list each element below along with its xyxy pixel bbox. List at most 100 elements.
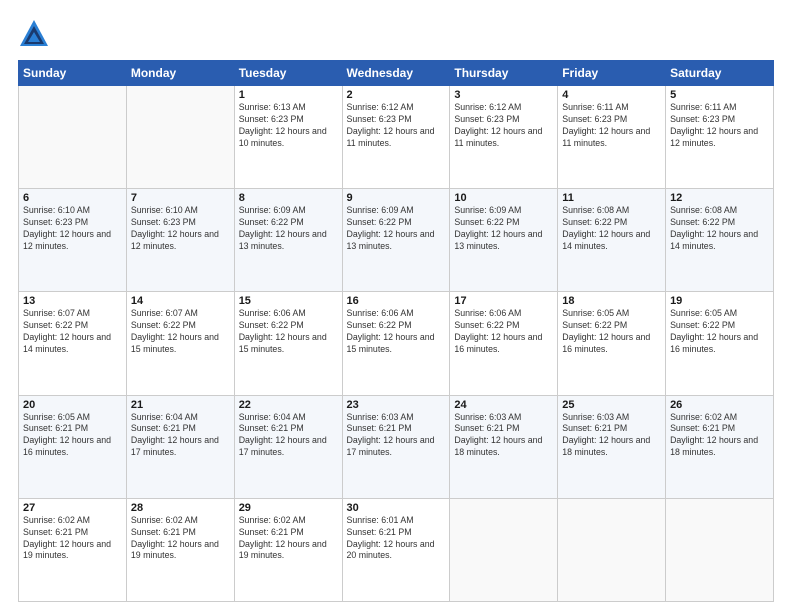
calendar-cell: 13Sunrise: 6:07 AM Sunset: 6:22 PM Dayli… xyxy=(19,292,127,395)
logo-icon xyxy=(18,18,50,50)
day-info: Sunrise: 6:09 AM Sunset: 6:22 PM Dayligh… xyxy=(454,205,553,253)
day-number: 4 xyxy=(562,89,661,101)
calendar-cell: 21Sunrise: 6:04 AM Sunset: 6:21 PM Dayli… xyxy=(126,395,234,498)
day-number: 15 xyxy=(239,295,338,307)
day-info: Sunrise: 6:12 AM Sunset: 6:23 PM Dayligh… xyxy=(347,102,446,150)
calendar-cell: 22Sunrise: 6:04 AM Sunset: 6:21 PM Dayli… xyxy=(234,395,342,498)
day-number: 14 xyxy=(131,295,230,307)
calendar-cell: 23Sunrise: 6:03 AM Sunset: 6:21 PM Dayli… xyxy=(342,395,450,498)
calendar-cell: 1Sunrise: 6:13 AM Sunset: 6:23 PM Daylig… xyxy=(234,86,342,189)
day-number: 6 xyxy=(23,192,122,204)
day-info: Sunrise: 6:04 AM Sunset: 6:21 PM Dayligh… xyxy=(239,412,338,460)
day-info: Sunrise: 6:03 AM Sunset: 6:21 PM Dayligh… xyxy=(347,412,446,460)
day-number: 28 xyxy=(131,502,230,514)
day-info: Sunrise: 6:10 AM Sunset: 6:23 PM Dayligh… xyxy=(131,205,230,253)
day-info: Sunrise: 6:05 AM Sunset: 6:22 PM Dayligh… xyxy=(670,308,769,356)
calendar-week-1: 1Sunrise: 6:13 AM Sunset: 6:23 PM Daylig… xyxy=(19,86,774,189)
day-info: Sunrise: 6:01 AM Sunset: 6:21 PM Dayligh… xyxy=(347,515,446,563)
logo xyxy=(18,18,52,50)
day-number: 3 xyxy=(454,89,553,101)
day-number: 11 xyxy=(562,192,661,204)
calendar-cell: 3Sunrise: 6:12 AM Sunset: 6:23 PM Daylig… xyxy=(450,86,558,189)
calendar-cell: 15Sunrise: 6:06 AM Sunset: 6:22 PM Dayli… xyxy=(234,292,342,395)
day-info: Sunrise: 6:12 AM Sunset: 6:23 PM Dayligh… xyxy=(454,102,553,150)
day-number: 30 xyxy=(347,502,446,514)
day-info: Sunrise: 6:11 AM Sunset: 6:23 PM Dayligh… xyxy=(562,102,661,150)
calendar-cell: 9Sunrise: 6:09 AM Sunset: 6:22 PM Daylig… xyxy=(342,189,450,292)
calendar: SundayMondayTuesdayWednesdayThursdayFrid… xyxy=(18,60,774,602)
calendar-cell: 7Sunrise: 6:10 AM Sunset: 6:23 PM Daylig… xyxy=(126,189,234,292)
calendar-header-thursday: Thursday xyxy=(450,61,558,86)
calendar-cell: 28Sunrise: 6:02 AM Sunset: 6:21 PM Dayli… xyxy=(126,498,234,601)
day-info: Sunrise: 6:08 AM Sunset: 6:22 PM Dayligh… xyxy=(562,205,661,253)
calendar-cell xyxy=(126,86,234,189)
calendar-cell: 16Sunrise: 6:06 AM Sunset: 6:22 PM Dayli… xyxy=(342,292,450,395)
day-number: 2 xyxy=(347,89,446,101)
day-number: 1 xyxy=(239,89,338,101)
day-info: Sunrise: 6:02 AM Sunset: 6:21 PM Dayligh… xyxy=(131,515,230,563)
calendar-header-tuesday: Tuesday xyxy=(234,61,342,86)
day-number: 16 xyxy=(347,295,446,307)
day-info: Sunrise: 6:06 AM Sunset: 6:22 PM Dayligh… xyxy=(347,308,446,356)
day-info: Sunrise: 6:07 AM Sunset: 6:22 PM Dayligh… xyxy=(131,308,230,356)
calendar-cell: 30Sunrise: 6:01 AM Sunset: 6:21 PM Dayli… xyxy=(342,498,450,601)
day-number: 9 xyxy=(347,192,446,204)
calendar-week-5: 27Sunrise: 6:02 AM Sunset: 6:21 PM Dayli… xyxy=(19,498,774,601)
day-number: 21 xyxy=(131,399,230,411)
calendar-cell: 24Sunrise: 6:03 AM Sunset: 6:21 PM Dayli… xyxy=(450,395,558,498)
day-number: 24 xyxy=(454,399,553,411)
calendar-cell: 14Sunrise: 6:07 AM Sunset: 6:22 PM Dayli… xyxy=(126,292,234,395)
calendar-cell: 2Sunrise: 6:12 AM Sunset: 6:23 PM Daylig… xyxy=(342,86,450,189)
day-info: Sunrise: 6:05 AM Sunset: 6:22 PM Dayligh… xyxy=(562,308,661,356)
day-info: Sunrise: 6:13 AM Sunset: 6:23 PM Dayligh… xyxy=(239,102,338,150)
day-number: 12 xyxy=(670,192,769,204)
day-info: Sunrise: 6:04 AM Sunset: 6:21 PM Dayligh… xyxy=(131,412,230,460)
calendar-week-3: 13Sunrise: 6:07 AM Sunset: 6:22 PM Dayli… xyxy=(19,292,774,395)
calendar-cell: 19Sunrise: 6:05 AM Sunset: 6:22 PM Dayli… xyxy=(666,292,774,395)
calendar-header-sunday: Sunday xyxy=(19,61,127,86)
day-number: 25 xyxy=(562,399,661,411)
page: SundayMondayTuesdayWednesdayThursdayFrid… xyxy=(0,0,792,612)
calendar-header-row: SundayMondayTuesdayWednesdayThursdayFrid… xyxy=(19,61,774,86)
day-number: 20 xyxy=(23,399,122,411)
day-number: 8 xyxy=(239,192,338,204)
calendar-cell: 17Sunrise: 6:06 AM Sunset: 6:22 PM Dayli… xyxy=(450,292,558,395)
calendar-header-wednesday: Wednesday xyxy=(342,61,450,86)
day-info: Sunrise: 6:07 AM Sunset: 6:22 PM Dayligh… xyxy=(23,308,122,356)
calendar-cell: 6Sunrise: 6:10 AM Sunset: 6:23 PM Daylig… xyxy=(19,189,127,292)
calendar-cell: 27Sunrise: 6:02 AM Sunset: 6:21 PM Dayli… xyxy=(19,498,127,601)
calendar-header-friday: Friday xyxy=(558,61,666,86)
day-info: Sunrise: 6:06 AM Sunset: 6:22 PM Dayligh… xyxy=(454,308,553,356)
calendar-week-2: 6Sunrise: 6:10 AM Sunset: 6:23 PM Daylig… xyxy=(19,189,774,292)
day-number: 23 xyxy=(347,399,446,411)
calendar-cell: 5Sunrise: 6:11 AM Sunset: 6:23 PM Daylig… xyxy=(666,86,774,189)
calendar-cell: 4Sunrise: 6:11 AM Sunset: 6:23 PM Daylig… xyxy=(558,86,666,189)
day-number: 5 xyxy=(670,89,769,101)
calendar-cell: 10Sunrise: 6:09 AM Sunset: 6:22 PM Dayli… xyxy=(450,189,558,292)
day-info: Sunrise: 6:02 AM Sunset: 6:21 PM Dayligh… xyxy=(23,515,122,563)
calendar-cell: 20Sunrise: 6:05 AM Sunset: 6:21 PM Dayli… xyxy=(19,395,127,498)
day-info: Sunrise: 6:10 AM Sunset: 6:23 PM Dayligh… xyxy=(23,205,122,253)
calendar-header-monday: Monday xyxy=(126,61,234,86)
day-number: 27 xyxy=(23,502,122,514)
day-info: Sunrise: 6:11 AM Sunset: 6:23 PM Dayligh… xyxy=(670,102,769,150)
calendar-cell: 25Sunrise: 6:03 AM Sunset: 6:21 PM Dayli… xyxy=(558,395,666,498)
day-info: Sunrise: 6:09 AM Sunset: 6:22 PM Dayligh… xyxy=(347,205,446,253)
day-info: Sunrise: 6:02 AM Sunset: 6:21 PM Dayligh… xyxy=(670,412,769,460)
day-number: 22 xyxy=(239,399,338,411)
day-info: Sunrise: 6:08 AM Sunset: 6:22 PM Dayligh… xyxy=(670,205,769,253)
day-info: Sunrise: 6:05 AM Sunset: 6:21 PM Dayligh… xyxy=(23,412,122,460)
day-number: 26 xyxy=(670,399,769,411)
calendar-cell xyxy=(558,498,666,601)
day-number: 13 xyxy=(23,295,122,307)
calendar-cell: 11Sunrise: 6:08 AM Sunset: 6:22 PM Dayli… xyxy=(558,189,666,292)
day-info: Sunrise: 6:02 AM Sunset: 6:21 PM Dayligh… xyxy=(239,515,338,563)
calendar-cell: 26Sunrise: 6:02 AM Sunset: 6:21 PM Dayli… xyxy=(666,395,774,498)
calendar-cell xyxy=(666,498,774,601)
day-info: Sunrise: 6:09 AM Sunset: 6:22 PM Dayligh… xyxy=(239,205,338,253)
day-number: 17 xyxy=(454,295,553,307)
calendar-cell xyxy=(19,86,127,189)
calendar-cell: 18Sunrise: 6:05 AM Sunset: 6:22 PM Dayli… xyxy=(558,292,666,395)
calendar-week-4: 20Sunrise: 6:05 AM Sunset: 6:21 PM Dayli… xyxy=(19,395,774,498)
day-number: 7 xyxy=(131,192,230,204)
